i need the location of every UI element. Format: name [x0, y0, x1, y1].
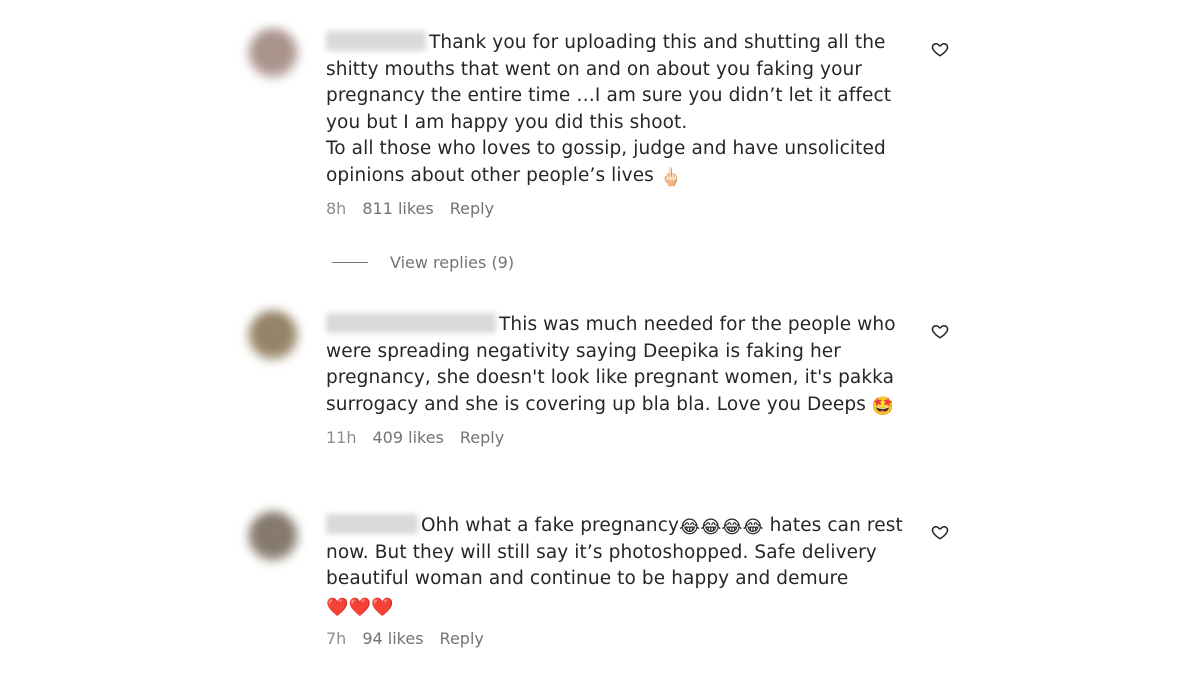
comment-meta: 7h 94 likes Reply	[326, 629, 906, 648]
comment-meta: 8h 811 likes Reply	[326, 199, 906, 218]
comment-text-part1: Ohh what a fake pregnancy	[421, 515, 680, 536]
comment-likes[interactable]: 409 likes	[373, 428, 444, 447]
comment-text: Ohh what a fake pregnancy😂😂😂😂 hates can …	[326, 513, 906, 619]
comment-likes[interactable]: 94 likes	[362, 629, 423, 648]
comment-body: This was much needed for the people who …	[326, 312, 906, 447]
username-blurred[interactable]	[326, 31, 426, 51]
middle-finger-emoji: 🖕🏻	[659, 166, 683, 188]
avatar[interactable]	[248, 310, 298, 360]
laughing-emoji: 😂😂😂😂	[679, 517, 764, 538]
view-replies-button[interactable]: View replies (9)	[332, 253, 514, 272]
comment-time[interactable]: 7h	[326, 629, 346, 648]
reply-button[interactable]: Reply	[440, 629, 484, 648]
heart-outline-icon[interactable]	[931, 40, 949, 58]
comment-body: Thank you for uploading this and shuttin…	[326, 30, 906, 218]
comment-text: This was much needed for the people who …	[326, 312, 906, 418]
username-blurred[interactable]	[326, 313, 496, 333]
comment-text-part2: To all those who loves to gossip, judge …	[326, 138, 886, 186]
reply-button[interactable]: Reply	[460, 428, 504, 447]
star-struck-emoji: 🤩	[871, 395, 895, 417]
comment-meta: 11h 409 likes Reply	[326, 428, 906, 447]
divider-line	[332, 262, 368, 263]
username-blurred[interactable]	[326, 514, 418, 534]
red-heart-emoji: ❤️❤️❤️	[326, 596, 394, 618]
heart-outline-icon[interactable]	[931, 322, 949, 340]
comment-time[interactable]: 8h	[326, 199, 346, 218]
reply-button[interactable]: Reply	[450, 199, 494, 218]
comment-body: Ohh what a fake pregnancy😂😂😂😂 hates can …	[326, 513, 906, 648]
comment-likes[interactable]: 811 likes	[362, 199, 433, 218]
comment-time[interactable]: 11h	[326, 428, 357, 447]
avatar[interactable]	[248, 511, 298, 561]
comment-text: Thank you for uploading this and shuttin…	[326, 30, 906, 189]
heart-outline-icon[interactable]	[931, 523, 949, 541]
avatar[interactable]	[248, 28, 298, 78]
view-replies-label: View replies (9)	[390, 253, 515, 272]
